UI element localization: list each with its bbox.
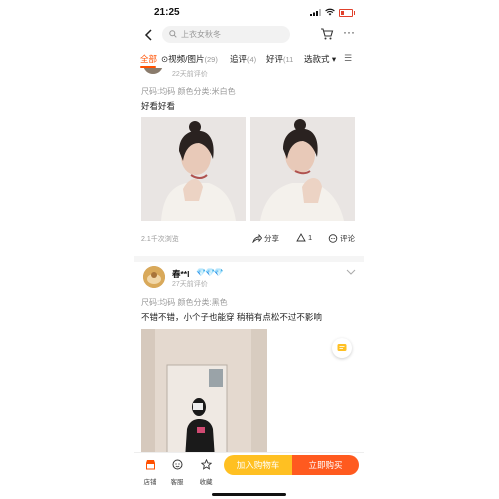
nav-bar: 上衣女秋冬 ··· — [134, 24, 364, 46]
buy-now-button[interactable]: 立即购买 — [292, 455, 359, 475]
review-list[interactable]: 22天前评价 尺码:均码 颜色分类:米白色 好看好看 2.1千次浏览 分享 1 … — [134, 68, 364, 452]
status-time: 21:25 — [154, 7, 180, 18]
more-options-icon[interactable]: ··· — [341, 26, 357, 41]
like-icon — [296, 233, 306, 242]
avatar[interactable] — [143, 68, 163, 74]
review-text: 不错不错，小个子也能穿 稍稍有点松不过不影响 — [141, 312, 322, 322]
filter-list-icon[interactable]: ☰ — [344, 53, 352, 64]
review-text: 好看好看 — [141, 101, 176, 111]
like-button[interactable]: 1 — [296, 233, 312, 242]
search-input[interactable]: 上衣女秋冬 — [162, 26, 290, 43]
comment-button[interactable]: 评论 — [328, 233, 355, 244]
share-button[interactable]: 分享 — [252, 233, 279, 244]
service-icon — [172, 459, 182, 470]
search-icon — [169, 30, 177, 38]
tab-followup[interactable]: 追评(4) — [230, 53, 256, 65]
status-bar: 21:25 — [134, 0, 364, 24]
home-indicator — [212, 493, 286, 496]
chat-float-button[interactable] — [332, 338, 352, 358]
review-photo-2[interactable] — [250, 117, 355, 221]
store-button[interactable]: 店铺 — [137, 457, 163, 486]
signal-icon — [310, 9, 321, 16]
review-date: 22天前评价 — [172, 71, 208, 78]
review-filter-tabs: 全部 ⊙视频/图片(29) 追评(4) 好评(11 选款式 ▾ ☰ — [134, 50, 364, 68]
review-photo-1[interactable] — [141, 117, 246, 221]
avatar[interactable] — [143, 266, 165, 288]
wifi-icon — [325, 8, 335, 16]
search-placeholder: 上衣女秋冬 — [181, 30, 221, 39]
add-to-cart-button[interactable]: 加入购物车 — [224, 455, 292, 475]
view-count: 2.1千次浏览 — [141, 236, 179, 243]
bottom-action-bar: 店铺 客服 收藏 加入购物车 立即购买 — [134, 452, 364, 499]
tab-positive[interactable]: 好评(11 — [266, 53, 293, 65]
chevron-down-icon[interactable] — [346, 268, 356, 276]
customer-service-button[interactable]: 客服 — [164, 457, 190, 486]
review-action-bar: 2.1千次浏览 分享 1 评论 — [134, 232, 364, 246]
review-divider — [134, 256, 364, 262]
tab-select-style[interactable]: 选款式 ▾ — [304, 53, 336, 65]
share-icon — [252, 233, 263, 244]
cart-icon[interactable] — [320, 27, 334, 41]
review-date: 27天前评价 — [172, 281, 208, 288]
store-icon — [145, 460, 155, 470]
member-level-badge: 💎💎💎 — [196, 268, 224, 277]
phone-screen: 21:25 上衣女秋冬 ··· 全部 ⊙视频/图片(29) 追评(4) 好评(1… — [134, 0, 364, 499]
star-icon — [200, 458, 212, 470]
favorite-button[interactable]: 收藏 — [193, 457, 219, 486]
back-arrow-icon[interactable] — [142, 28, 156, 42]
battery-icon — [339, 9, 355, 17]
tab-all[interactable]: 全部 — [140, 53, 157, 65]
review-sku: 尺码:均码 颜色分类:米白色 — [141, 87, 236, 96]
review-sku: 尺码:均码 颜色分类:黑色 — [141, 298, 228, 307]
review-photo-3[interactable] — [141, 329, 267, 452]
tab-media[interactable]: ⊙视频/图片(29) — [161, 53, 218, 65]
comment-icon — [328, 234, 338, 243]
chat-icon — [337, 344, 347, 351]
